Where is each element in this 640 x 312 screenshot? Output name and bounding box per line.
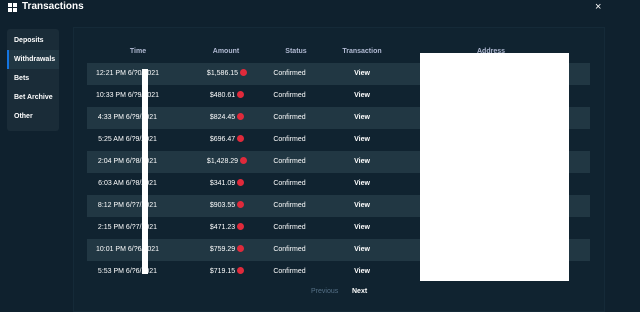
- time-cell: 8:12 PM 6/?7/2021: [97, 202, 158, 209]
- amount-value: $1,586.15: [206, 70, 239, 77]
- sidebar-item-bet-archive[interactable]: Bet Archive: [7, 88, 59, 107]
- status-cell: Confirmed: [273, 180, 306, 187]
- coin-icon: [237, 201, 245, 208]
- sidebar: Deposits Withdrawals Bets Bet Archive Ot…: [7, 29, 59, 131]
- coin-icon: [240, 69, 248, 76]
- status-cell: Confirmed: [273, 202, 306, 209]
- amount-value: $824.45: [209, 114, 236, 121]
- sidebar-item-deposits[interactable]: Deposits: [7, 31, 59, 50]
- amount-value: $719.15: [209, 268, 236, 275]
- time-cell: 6:03 AM 6/?8/2021: [98, 180, 157, 187]
- time-cell: 12:21 PM 6/?0/2021: [95, 70, 160, 77]
- status-cell: Confirmed: [273, 246, 306, 253]
- previous-button[interactable]: Previous: [311, 288, 338, 295]
- amount-value: $341.09: [209, 180, 236, 187]
- view-link[interactable]: View: [327, 129, 397, 151]
- view-link[interactable]: View: [327, 261, 397, 283]
- time-cell: 5:25 AM 6/?9/2021: [98, 136, 157, 143]
- status-cell: Confirmed: [273, 70, 306, 77]
- column-header-time: Time: [129, 48, 147, 55]
- amount-value: $903.55: [209, 202, 236, 209]
- close-icon[interactable]: ×: [595, 1, 601, 13]
- coin-icon: [240, 157, 248, 164]
- time-cell: 2:15 PM 6/?7/2021: [97, 224, 158, 231]
- coin-icon: [237, 267, 245, 274]
- status-cell: Confirmed: [273, 114, 306, 121]
- time-cell: 5:53 PM 6/?6/2021: [97, 268, 158, 275]
- next-button[interactable]: Next: [352, 288, 367, 295]
- coin-icon: [237, 113, 245, 120]
- title-bar: Transactions ×: [0, 0, 640, 18]
- coin-icon: [237, 223, 245, 230]
- column-header-status: Status: [285, 48, 307, 55]
- address-redaction: [420, 53, 569, 281]
- amount-value: $696.47: [209, 136, 236, 143]
- amount-value: $471.23: [209, 224, 236, 231]
- sidebar-item-withdrawals[interactable]: Withdrawals: [7, 50, 59, 69]
- status-cell: Confirmed: [273, 224, 306, 231]
- amount-value: $1,428.29: [206, 158, 239, 165]
- status-cell: Confirmed: [273, 92, 306, 99]
- view-link[interactable]: View: [327, 239, 397, 261]
- redaction-bar: [142, 69, 148, 274]
- page-title: Transactions: [22, 1, 84, 12]
- view-link[interactable]: View: [327, 107, 397, 129]
- grid-icon: [8, 3, 17, 12]
- view-link[interactable]: View: [327, 195, 397, 217]
- status-cell: Confirmed: [273, 136, 306, 143]
- status-cell: Confirmed: [273, 158, 306, 165]
- view-link[interactable]: View: [327, 217, 397, 239]
- view-link[interactable]: View: [327, 151, 397, 173]
- column-header-transaction: Transaction: [342, 48, 382, 55]
- coin-icon: [237, 245, 245, 252]
- coin-icon: [237, 179, 245, 186]
- view-link[interactable]: View: [327, 85, 397, 107]
- status-cell: Confirmed: [273, 268, 306, 275]
- amount-value: $759.29: [209, 246, 236, 253]
- coin-icon: [237, 135, 245, 142]
- coin-icon: [237, 91, 245, 98]
- amount-value: $480.61: [209, 92, 236, 99]
- sidebar-item-other[interactable]: Other: [7, 107, 59, 126]
- time-cell: 2:04 PM 6/?8/2021: [97, 158, 158, 165]
- view-link[interactable]: View: [327, 63, 397, 85]
- view-link[interactable]: View: [327, 173, 397, 195]
- time-cell: 10:01 PM 6/?6/2021: [95, 246, 160, 253]
- time-cell: 4:33 PM 6/?9/2021: [97, 114, 158, 121]
- time-cell: 10:33 PM 6/?9/2021: [95, 92, 160, 99]
- sidebar-item-bets[interactable]: Bets: [7, 69, 59, 88]
- column-header-amount: Amount: [212, 48, 240, 55]
